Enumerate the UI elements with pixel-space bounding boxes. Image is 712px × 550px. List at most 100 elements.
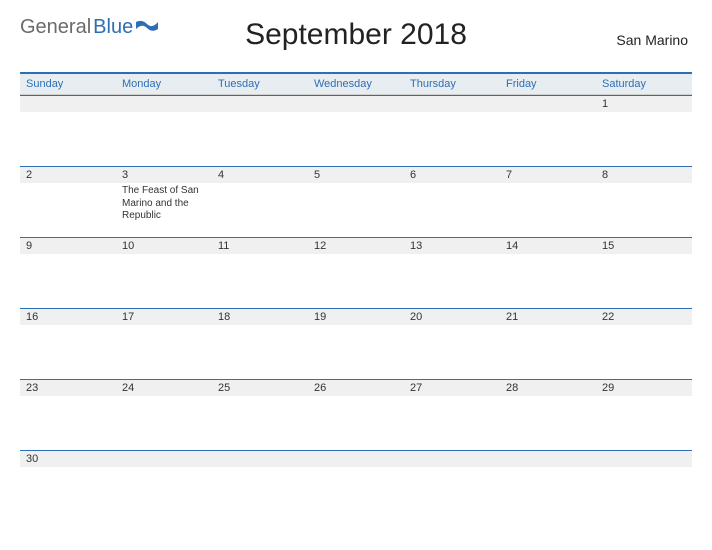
day-number: 7 (500, 167, 596, 183)
day-number (116, 451, 212, 467)
week-row: 16171819202122 (20, 308, 692, 379)
day-cell (116, 96, 212, 166)
day-cell: 12 (308, 238, 404, 308)
day-number (404, 96, 500, 112)
day-number: 27 (404, 380, 500, 396)
day-cell: 6 (404, 167, 500, 237)
day-number: 14 (500, 238, 596, 254)
week-row: 9101112131415 (20, 237, 692, 308)
logo-wave-icon (136, 16, 158, 39)
day-cell: 11 (212, 238, 308, 308)
weekday-wednesday: Wednesday (308, 74, 404, 94)
logo: General Blue (20, 16, 158, 39)
day-cell: 25 (212, 380, 308, 450)
day-cell: 15 (596, 238, 692, 308)
day-cell (116, 451, 212, 521)
day-number: 4 (212, 167, 308, 183)
day-number: 11 (212, 238, 308, 254)
logo-text-general: General (20, 16, 91, 39)
day-cell (212, 451, 308, 521)
day-cell (500, 96, 596, 166)
day-cell: 17 (116, 309, 212, 379)
weekday-sunday: Sunday (20, 74, 116, 94)
day-cell (404, 451, 500, 521)
day-cell (404, 96, 500, 166)
day-cell: 26 (308, 380, 404, 450)
day-cell: 2 (20, 167, 116, 237)
day-number: 13 (404, 238, 500, 254)
day-cell: 18 (212, 309, 308, 379)
region-label: San Marino (616, 32, 688, 48)
week-row: 23242526272829 (20, 379, 692, 450)
day-number (308, 96, 404, 112)
weekday-header-row: Sunday Monday Tuesday Wednesday Thursday… (20, 72, 692, 95)
day-cell: 10 (116, 238, 212, 308)
day-number: 2 (20, 167, 116, 183)
day-number: 17 (116, 309, 212, 325)
day-number: 28 (500, 380, 596, 396)
day-cell (500, 451, 596, 521)
day-number (404, 451, 500, 467)
day-number (596, 451, 692, 467)
weekday-monday: Monday (116, 74, 212, 94)
day-cell: 16 (20, 309, 116, 379)
day-number: 1 (596, 96, 692, 112)
day-event: The Feast of San Marino and the Republic (116, 183, 212, 225)
day-number: 9 (20, 238, 116, 254)
day-number: 16 (20, 309, 116, 325)
day-number: 10 (116, 238, 212, 254)
day-number: 3 (116, 167, 212, 183)
day-number: 30 (20, 451, 116, 467)
day-number: 8 (596, 167, 692, 183)
day-number: 20 (404, 309, 500, 325)
day-number (116, 96, 212, 112)
day-cell: 1 (596, 96, 692, 166)
day-cell: 5 (308, 167, 404, 237)
day-number: 6 (404, 167, 500, 183)
day-cell: 3The Feast of San Marino and the Republi… (116, 167, 212, 237)
day-number: 18 (212, 309, 308, 325)
day-cell (308, 96, 404, 166)
day-number (308, 451, 404, 467)
day-number: 25 (212, 380, 308, 396)
day-cell: 27 (404, 380, 500, 450)
day-cell: 4 (212, 167, 308, 237)
week-row: 1 (20, 95, 692, 166)
day-cell: 8 (596, 167, 692, 237)
day-cell: 9 (20, 238, 116, 308)
day-cell: 19 (308, 309, 404, 379)
day-number: 21 (500, 309, 596, 325)
weekday-saturday: Saturday (596, 74, 692, 94)
day-number: 19 (308, 309, 404, 325)
day-number: 12 (308, 238, 404, 254)
calendar-body: 123The Feast of San Marino and the Repub… (20, 95, 692, 521)
day-number: 22 (596, 309, 692, 325)
day-number: 23 (20, 380, 116, 396)
day-number: 15 (596, 238, 692, 254)
day-number (212, 451, 308, 467)
week-row: 30 (20, 450, 692, 521)
weekday-friday: Friday (500, 74, 596, 94)
logo-text-blue: Blue (93, 16, 133, 39)
day-number (500, 451, 596, 467)
weekday-thursday: Thursday (404, 74, 500, 94)
day-number: 29 (596, 380, 692, 396)
weekday-tuesday: Tuesday (212, 74, 308, 94)
day-cell: 14 (500, 238, 596, 308)
day-cell: 29 (596, 380, 692, 450)
day-number: 5 (308, 167, 404, 183)
day-number (500, 96, 596, 112)
day-cell (20, 96, 116, 166)
day-number: 26 (308, 380, 404, 396)
day-cell: 22 (596, 309, 692, 379)
day-cell: 7 (500, 167, 596, 237)
day-cell: 28 (500, 380, 596, 450)
day-cell: 23 (20, 380, 116, 450)
day-cell: 13 (404, 238, 500, 308)
day-number (20, 96, 116, 112)
day-cell: 24 (116, 380, 212, 450)
day-cell (308, 451, 404, 521)
day-cell (596, 451, 692, 521)
day-cell (212, 96, 308, 166)
day-number: 24 (116, 380, 212, 396)
